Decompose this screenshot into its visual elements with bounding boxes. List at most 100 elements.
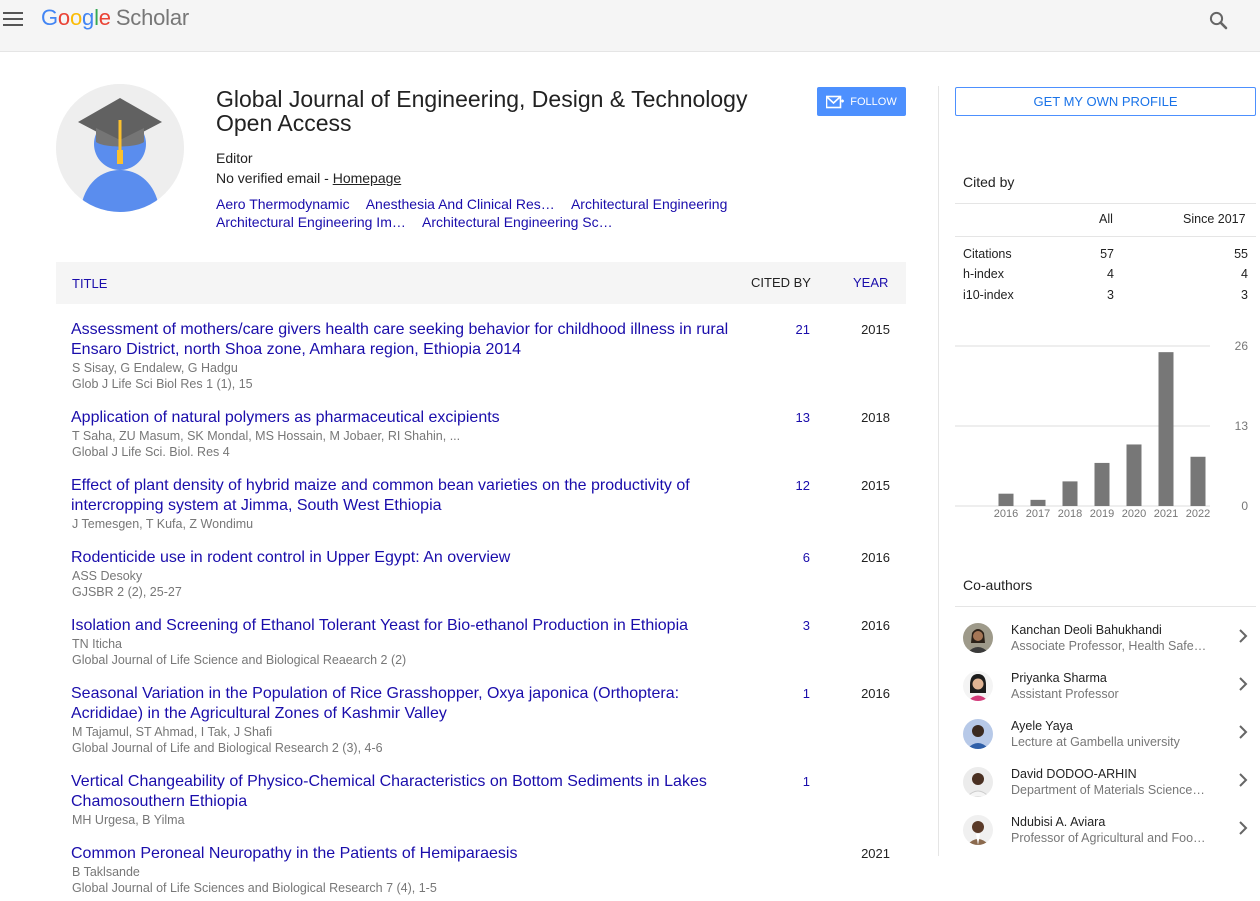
interest-link[interactable]: Architectural Engineering Im… — [216, 214, 406, 230]
article-title-link[interactable]: Common Peroneal Neuropathy in the Patien… — [71, 844, 741, 864]
article-title-link[interactable]: Vertical Changeability of Physico-Chemic… — [71, 772, 741, 812]
coauthor-name[interactable]: Kanchan Deoli Bahukhandi — [1011, 623, 1162, 637]
coauthor-affiliation: Associate Professor, Health Safe… — [1011, 639, 1207, 653]
divider — [955, 203, 1256, 204]
chevron-right-icon[interactable] — [1237, 820, 1249, 836]
article-venue: Global Journal of Life Science and Biolo… — [72, 653, 407, 667]
citations-per-year-chart: 0 13 26 2016 2017 2018 2019 2020 2021 2022 — [955, 338, 1260, 523]
top-bar: Google Scholar — [0, 0, 1260, 52]
stat-label[interactable]: Citations — [963, 247, 1012, 261]
x-tick-label: 2018 — [1058, 508, 1082, 520]
bar-2019 — [1094, 462, 1110, 506]
sort-by-year[interactable]: YEAR — [853, 275, 888, 290]
article-title-link[interactable]: Effect of plant density of hybrid maize … — [71, 476, 741, 516]
google-scholar-logo[interactable]: Google Scholar — [41, 5, 189, 31]
chevron-right-icon[interactable] — [1237, 724, 1249, 740]
interest-link[interactable]: Architectural Engineering Sc… — [422, 214, 613, 230]
chevron-right-icon[interactable] — [1237, 772, 1249, 788]
x-tick-label: 2017 — [1026, 508, 1050, 520]
coauthor-avatar — [963, 767, 993, 797]
article-title-link[interactable]: Application of natural polymers as pharm… — [71, 408, 741, 428]
coauthor-item[interactable]: Ndubisi A. Aviara Professor of Agricultu… — [955, 815, 1256, 863]
x-tick-label: 2020 — [1122, 508, 1146, 520]
coauthor-affiliation: Professor of Agricultural and Foo… — [1011, 831, 1206, 845]
article-year: 2015 — [861, 322, 890, 337]
article-title-link[interactable]: Seasonal Variation in the Population of … — [71, 684, 741, 724]
logo-scholar-text: Scholar — [115, 5, 190, 30]
coauthor-avatar — [963, 719, 993, 749]
interest-link[interactable]: Architectural Engineering — [571, 196, 727, 212]
article-year: 2016 — [861, 686, 890, 701]
article-authors: S Sisay, G Endalew, G Hadgu — [72, 361, 238, 375]
homepage-link[interactable]: Homepage — [333, 170, 402, 186]
logo-letter: o — [69, 5, 83, 30]
cited-by-count[interactable]: 12 — [756, 478, 810, 493]
follow-button[interactable]: FOLLOW — [817, 87, 906, 116]
sort-by-title[interactable]: TITLE — [72, 276, 107, 291]
cited-by-count[interactable]: 21 — [756, 322, 810, 337]
y-tick-label: 26 — [1235, 339, 1249, 353]
coauthor-item[interactable]: David DODOO-ARHIN Department of Material… — [955, 767, 1256, 815]
cited-by-count[interactable]: 1 — [756, 774, 810, 789]
article-title-link[interactable]: Rodenticide use in rodent control in Upp… — [71, 548, 741, 568]
stat-label[interactable]: i10-index — [963, 288, 1014, 302]
article-authors: MH Urgesa, B Yilma — [72, 813, 185, 827]
article-title-link[interactable]: Isolation and Screening of Ethanol Toler… — [71, 616, 741, 636]
coauthor-affiliation: Assistant Professor — [1011, 687, 1119, 701]
cited-by-count[interactable]: 6 — [756, 550, 810, 565]
article-year: 2016 — [861, 550, 890, 565]
bar-2022 — [1190, 456, 1206, 506]
search-icon[interactable] — [1208, 10, 1230, 32]
interest-link[interactable]: Anesthesia And Clinical Res… — [366, 196, 555, 212]
interest-link[interactable]: Aero Thermodynamic — [216, 196, 350, 212]
stat-all: 3 — [1107, 288, 1114, 302]
bar-2018 — [1062, 481, 1078, 506]
stat-label[interactable]: h-index — [963, 267, 1004, 281]
stats-col-all[interactable]: All — [1099, 212, 1113, 226]
article-year: 2015 — [861, 478, 890, 493]
stat-all: 4 — [1107, 267, 1114, 281]
mail-follow-icon — [826, 95, 845, 108]
get-my-own-profile-button[interactable]: GET MY OWN PROFILE — [955, 87, 1256, 116]
article-authors: ASS Desoky — [72, 569, 143, 583]
hamburger-menu-icon[interactable] — [3, 12, 23, 28]
stats-col-since[interactable]: Since 2017 — [1183, 212, 1246, 226]
article-authors: T Saha, ZU Masum, SK Mondal, MS Hossain,… — [72, 429, 461, 443]
citations-chart-svg: 0 13 26 2016 2017 2018 2019 2020 2021 2022 — [955, 339, 1249, 520]
profile-name: Global Journal of Engineering, Design & … — [216, 86, 748, 136]
bar-2016 — [998, 493, 1014, 506]
coauthor-name[interactable]: David DODOO-ARHIN — [1011, 767, 1137, 781]
coauthor-name[interactable]: Ndubisi A. Aviara — [1011, 815, 1105, 829]
coauthor-item[interactable]: Kanchan Deoli Bahukhandi Associate Profe… — [955, 623, 1256, 671]
x-tick-label: 2019 — [1090, 508, 1114, 520]
article-venue: GJSBR 2 (2), 25-27 — [72, 585, 182, 599]
research-interests: Aero Thermodynamic Anesthesia And Clinic… — [216, 195, 776, 231]
logo-letter: e — [98, 5, 111, 30]
graduate-avatar-icon — [56, 84, 184, 212]
coauthor-name[interactable]: Priyanka Sharma — [1011, 671, 1107, 685]
cited-by-heading: Cited by — [963, 174, 1015, 190]
article-title-link[interactable]: Assessment of mothers/care givers health… — [71, 320, 741, 360]
profile-avatar — [56, 84, 184, 212]
cited-by-count[interactable]: 3 — [756, 618, 810, 633]
chevron-right-icon[interactable] — [1237, 628, 1249, 644]
coauthors-heading: Co-authors — [963, 577, 1033, 593]
logo-letter: g — [82, 5, 95, 30]
coauthor-name[interactable]: Ayele Yaya — [1011, 719, 1073, 733]
stat-since: 4 — [1241, 267, 1248, 281]
cited-by-count[interactable]: 1 — [756, 686, 810, 701]
chevron-right-icon[interactable] — [1237, 676, 1249, 692]
cited-by-count[interactable]: 13 — [756, 410, 810, 425]
column-divider — [938, 86, 939, 856]
email-status: No verified email - — [216, 170, 333, 186]
articles-table-header: TITLE CITED BY YEAR — [56, 262, 906, 304]
article-year: 2016 — [861, 618, 890, 633]
sort-by-cited[interactable]: CITED BY — [751, 275, 811, 290]
coauthor-affiliation: Department of Materials Science… — [1011, 783, 1205, 797]
coauthor-avatar — [963, 623, 993, 653]
coauthor-avatar — [963, 671, 993, 701]
bar-2017 — [1030, 499, 1046, 506]
coauthor-item[interactable]: Ayele Yaya Lecture at Gambella universit… — [955, 719, 1256, 767]
coauthor-item[interactable]: Priyanka Sharma Assistant Professor — [955, 671, 1256, 719]
article-year: 2021 — [861, 846, 890, 861]
